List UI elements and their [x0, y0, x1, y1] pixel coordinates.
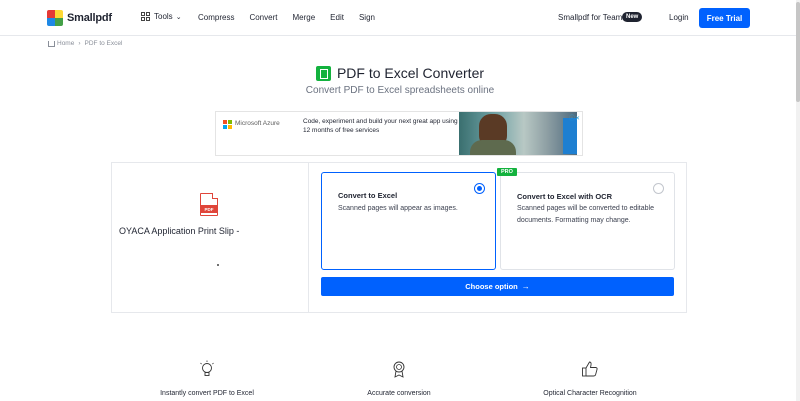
feature-accurate-conversion: Accurate conversion — [334, 360, 464, 397]
pro-badge: PRO — [497, 168, 517, 176]
lightbulb-icon — [200, 360, 214, 376]
smallpdf-logo[interactable]: Smallpdf — [47, 10, 112, 26]
excel-file-icon — [315, 65, 331, 81]
page-title: PDF to Excel Converter — [336, 65, 485, 81]
free-trial-button[interactable]: Free Trial — [699, 8, 750, 28]
file-name: OYACA Application Print Slip - — [119, 226, 240, 236]
option-radio[interactable] — [653, 183, 664, 194]
page-subtitle: Convert PDF to Excel spreadsheets online — [305, 85, 495, 96]
option-title: Convert to Excel with OCR — [517, 192, 613, 201]
logo-text: Smallpdf — [67, 12, 112, 24]
option-convert-to-excel[interactable]: Convert to Excel Scanned pages will appe… — [321, 172, 496, 270]
nav-edit[interactable]: Edit — [330, 13, 344, 22]
new-badge: New — [622, 12, 643, 22]
grid-icon — [141, 12, 150, 21]
feature-label: Instantly convert PDF to Excel — [160, 390, 254, 397]
pdf-file-badge: PDF — [201, 205, 217, 213]
feature-instant-convert: Instantly convert PDF to Excel — [142, 360, 272, 397]
hero-title-block: PDF to Excel Converter — [0, 65, 800, 86]
feature-label: Optical Character Recognition — [543, 390, 637, 397]
chevron-down-icon: ⌄ — [175, 13, 182, 21]
microsoft-logo-icon — [223, 120, 232, 129]
ad-brand: Microsoft Azure — [235, 120, 280, 127]
login-link[interactable]: Login — [669, 13, 689, 22]
ad-close-icon[interactable]: ⓘ✕ — [569, 113, 580, 122]
option-description: Scanned pages will appear as images. — [338, 205, 458, 212]
converter-panel: PDF OYACA Application Print Slip - Conve… — [111, 162, 687, 313]
loading-dot — [217, 264, 219, 266]
file-preview-pane: PDF OYACA Application Print Slip - — [112, 163, 309, 312]
option-convert-with-ocr[interactable]: PRO Convert to Excel with OCR Scanned pa… — [497, 168, 675, 270]
thumbs-up-icon — [582, 361, 598, 377]
tools-menu-button[interactable]: Tools ⌄ — [141, 12, 182, 21]
page-scrollbar[interactable] — [796, 0, 800, 401]
feature-ocr: Optical Character Recognition — [525, 360, 655, 397]
choose-option-label: Choose option — [465, 282, 518, 291]
nav-convert[interactable]: Convert — [249, 13, 277, 22]
breadcrumb: Home › PDF to Excel — [48, 40, 122, 47]
ad-arrow-panel — [563, 118, 577, 154]
nav-compress[interactable]: Compress — [198, 13, 234, 22]
feature-label: Accurate conversion — [367, 390, 431, 397]
teams-link[interactable]: Smallpdf for Teams — [558, 13, 626, 22]
breadcrumb-home[interactable]: Home — [57, 40, 74, 47]
award-ribbon-icon — [393, 361, 405, 378]
option-title: Convert to Excel — [338, 191, 398, 200]
tools-label: Tools — [154, 12, 173, 21]
option-radio-selected[interactable] — [474, 183, 485, 194]
ad-photo-person-body — [470, 140, 516, 155]
breadcrumb-current: PDF to Excel — [84, 40, 123, 47]
nav-sign[interactable]: Sign — [359, 13, 375, 22]
home-icon — [48, 40, 55, 47]
top-navigation-bar: Smallpdf Tools ⌄ Compress Convert Merge … — [0, 0, 800, 36]
option-description: Scanned pages will be converted to edita… — [517, 205, 654, 224]
choose-option-button[interactable]: Choose option → — [321, 277, 674, 296]
breadcrumb-separator: › — [78, 40, 81, 47]
nav-merge[interactable]: Merge — [292, 13, 315, 22]
logo-mark-icon — [47, 10, 63, 26]
main-nav: Compress Convert Merge Edit Sign — [198, 13, 390, 22]
ad-headline: Code, experiment and build your next gre… — [303, 118, 458, 134]
advertisement-banner[interactable]: Microsoft Azure Code, experiment and bui… — [215, 111, 583, 156]
pdf-file-icon: PDF — [200, 193, 218, 216]
arrow-right-icon: → — [521, 282, 530, 291]
